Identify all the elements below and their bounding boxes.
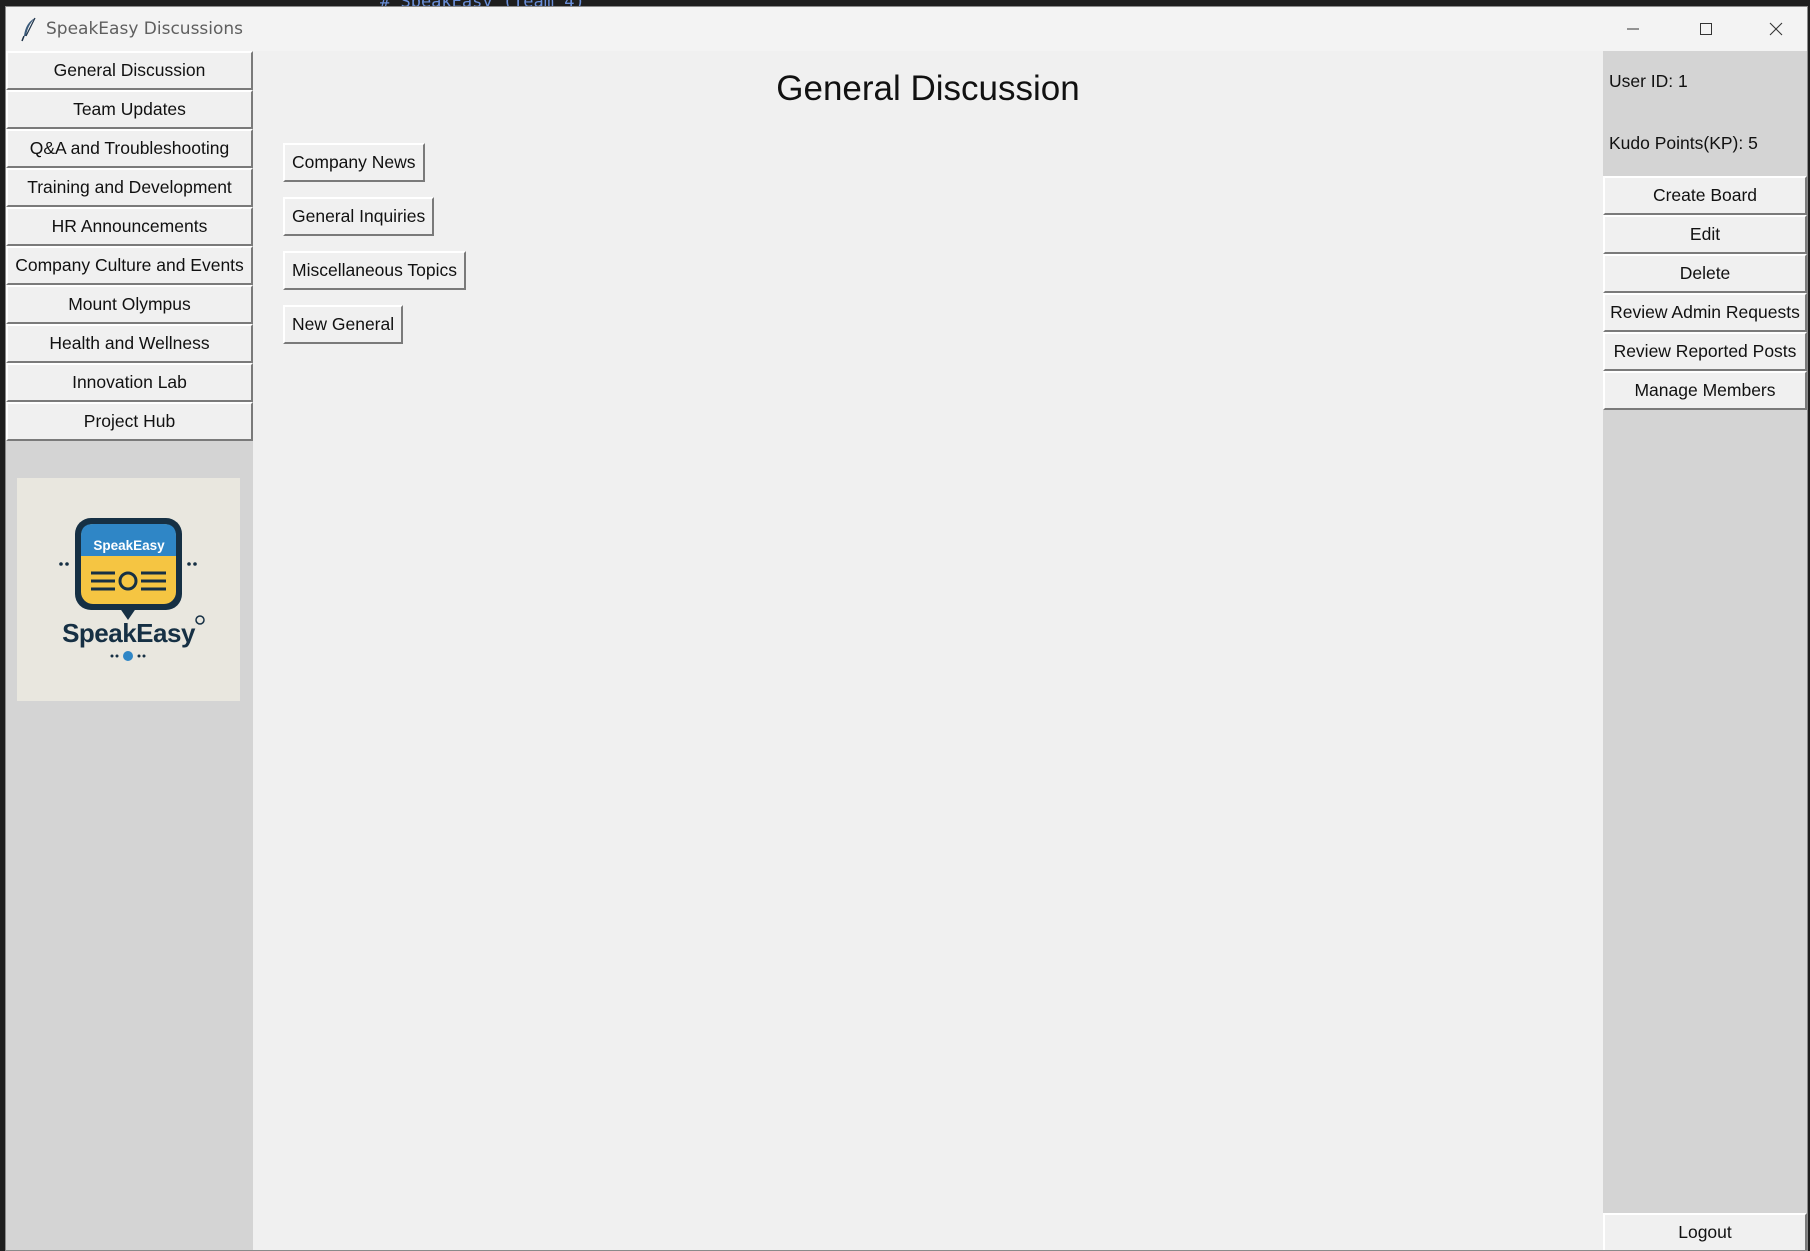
maximize-icon (1700, 23, 1712, 35)
nav-qa-troubleshooting[interactable]: Q&A and Troubleshooting (6, 129, 253, 168)
nav-health-wellness[interactable]: Health and Wellness (6, 324, 253, 363)
speech-bubble-icon (59, 518, 205, 661)
nav-project-hub[interactable]: Project Hub (6, 402, 253, 441)
board-new-general[interactable]: New General (283, 305, 404, 344)
close-icon (1769, 22, 1783, 36)
window-title: SpeakEasy Discussions (46, 19, 244, 39)
feather-icon (20, 16, 40, 42)
nav-company-culture-events[interactable]: Company Culture and Events (6, 246, 253, 285)
app-window: SpeakEasy Discussions General Discussion… (5, 6, 1808, 1251)
nav-training-development[interactable]: Training and Development (6, 168, 253, 207)
minimize-icon (1627, 28, 1639, 30)
board-company-news[interactable]: Company News (283, 143, 425, 182)
nav-innovation-lab[interactable]: Innovation Lab (6, 363, 253, 402)
create-board-button[interactable]: Create Board (1603, 176, 1807, 215)
review-admin-requests-button[interactable]: Review Admin Requests (1603, 293, 1807, 332)
nav-mount-olympus[interactable]: Mount Olympus (6, 285, 253, 324)
delete-button[interactable]: Delete (1603, 254, 1807, 293)
kudo-points-label: Kudo Points(KP): 5 (1609, 133, 1758, 153)
user-id-label: User ID: 1 (1609, 71, 1688, 91)
board-general-inquiries[interactable]: General Inquiries (283, 197, 435, 236)
left-sidebar: General Discussion Team Updates Q&A and … (6, 51, 253, 1250)
minimize-button[interactable] (1598, 7, 1668, 51)
manage-members-button[interactable]: Manage Members (1603, 371, 1807, 410)
logo-bubble-text: SpeakEasy (93, 538, 165, 553)
close-button[interactable] (1741, 7, 1807, 51)
main-content: General Discussion Company News General … (253, 51, 1603, 1250)
nav-hr-announcements[interactable]: HR Announcements (6, 207, 253, 246)
title-bar[interactable]: SpeakEasy Discussions (6, 7, 1807, 51)
logout-button[interactable]: Logout (1603, 1213, 1807, 1250)
board-miscellaneous-topics[interactable]: Miscellaneous Topics (283, 251, 467, 290)
nav-general-discussion[interactable]: General Discussion (6, 51, 253, 90)
logo-wordmark: SpeakEasy (62, 618, 195, 648)
right-sidebar: User ID: 1 Kudo Points(KP): 5 Create Boa… (1603, 51, 1807, 1250)
edit-button[interactable]: Edit (1603, 215, 1807, 254)
review-reported-posts-button[interactable]: Review Reported Posts (1603, 332, 1807, 371)
page-title: General Discussion (776, 69, 1080, 108)
speakeasy-logo: SpeakEasy SpeakEasy (17, 478, 240, 701)
nav-team-updates[interactable]: Team Updates (6, 90, 253, 129)
maximize-button[interactable] (1671, 7, 1741, 51)
